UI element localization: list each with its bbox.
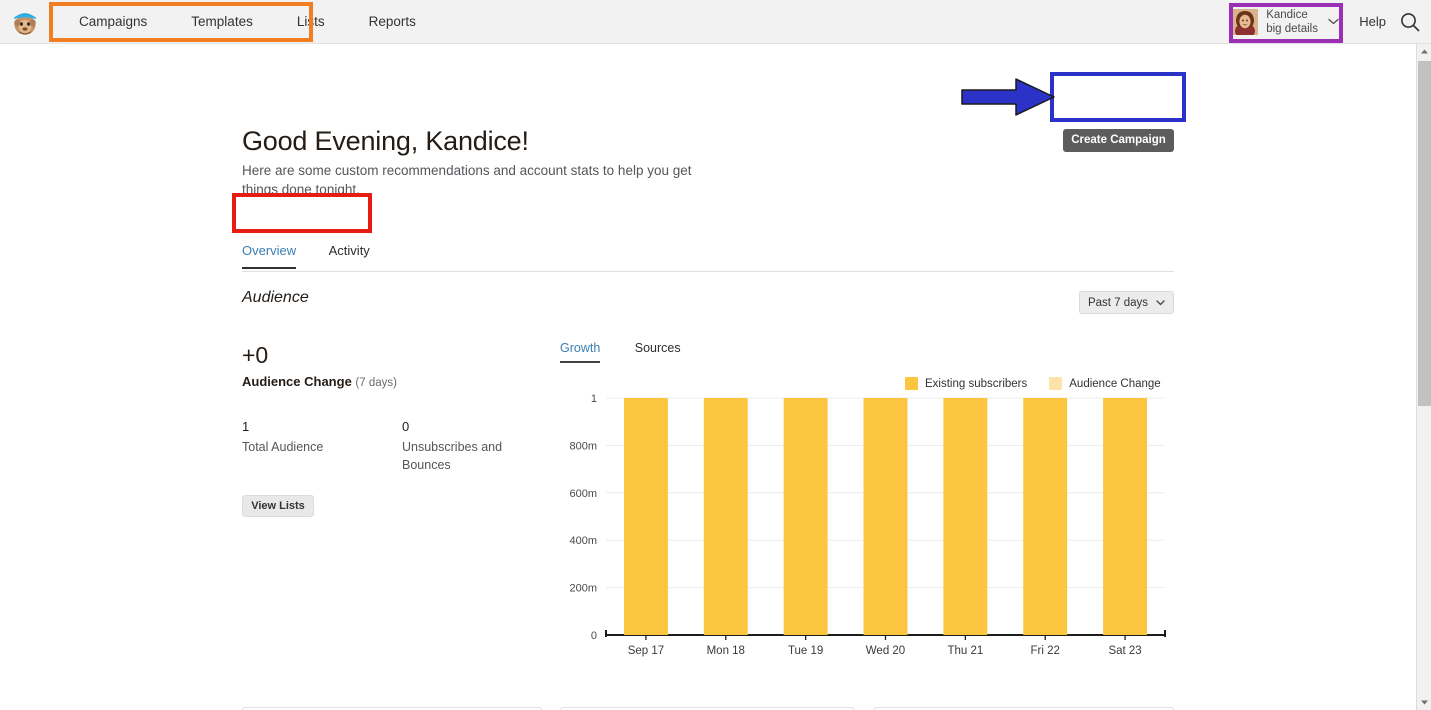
svg-text:Fri 22: Fri 22 <box>1031 645 1060 657</box>
page-content: Good Evening, Kandice! Here are some cus… <box>0 44 1417 710</box>
legend-item-existing-subscribers: Existing subscribers <box>905 377 1027 390</box>
chart-tabs: Growth Sources <box>560 339 711 363</box>
avatar <box>1232 9 1259 35</box>
tab-activity[interactable]: Activity <box>329 243 370 267</box>
svg-text:0: 0 <box>591 630 597 642</box>
legend-item-audience-change: Audience Change <box>1049 377 1161 390</box>
tab-overview[interactable]: Overview <box>242 243 297 269</box>
main-nav-links: Campaigns Templates Lists Reports <box>57 0 438 44</box>
svg-text:Sep 17: Sep 17 <box>628 645 664 657</box>
svg-text:Sat 23: Sat 23 <box>1108 645 1141 657</box>
account-text: Kandice big details <box>1266 8 1318 37</box>
audience-change-period: (7 days) <box>355 377 397 389</box>
chevron-down-icon <box>1156 297 1165 309</box>
svg-text:Wed 20: Wed 20 <box>866 645 905 657</box>
scroll-down-arrow-icon[interactable] <box>1417 695 1431 710</box>
nav-item-campaigns[interactable]: Campaigns <box>57 0 169 44</box>
chart-tab-sources[interactable]: Sources <box>635 341 681 361</box>
overview-activity-tabs: Overview Activity <box>242 242 1174 272</box>
nav-item-lists[interactable]: Lists <box>275 0 347 44</box>
mailchimp-logo-icon[interactable] <box>10 7 40 37</box>
page-title: Good Evening, Kandice! <box>242 126 529 156</box>
legend-swatch <box>1049 377 1063 390</box>
svg-text:Thu 21: Thu 21 <box>947 645 983 657</box>
svg-text:800m: 800m <box>569 440 597 452</box>
chevron-down-icon[interactable] <box>1328 16 1339 28</box>
unsubscribes-value: 0 <box>402 419 410 434</box>
account-name: Kandice <box>1266 8 1308 21</box>
date-range-value: Past 7 days <box>1087 296 1149 309</box>
view-lists-button[interactable]: View Lists <box>242 495 314 517</box>
svg-text:600m: 600m <box>569 488 597 500</box>
svg-text:400m: 400m <box>569 535 597 547</box>
svg-text:200m: 200m <box>569 583 597 595</box>
legend-swatch <box>905 377 918 390</box>
account-subtitle: big details <box>1266 23 1318 35</box>
vertical-scrollbar[interactable] <box>1416 44 1431 710</box>
search-icon[interactable] <box>1399 11 1421 33</box>
nav-item-reports[interactable]: Reports <box>347 0 438 44</box>
create-campaign-button[interactable]: Create Campaign <box>1063 129 1174 152</box>
audience-change-text: Audience Change <box>242 374 352 389</box>
nav-item-templates[interactable]: Templates <box>169 0 275 44</box>
legend-label: Audience Change <box>1069 377 1161 390</box>
account-menu[interactable]: Kandice big details <box>1226 5 1345 39</box>
audience-change-label: Audience Change (7 days) <box>242 374 397 389</box>
svg-text:Tue 19: Tue 19 <box>788 645 823 657</box>
audience-section-title: Audience <box>242 289 309 306</box>
legend-label: Existing subscribers <box>925 377 1028 390</box>
top-navigation-bar: Campaigns Templates Lists Reports Kandic… <box>0 0 1431 44</box>
audience-change-value: +0 <box>242 342 269 368</box>
scroll-up-arrow-icon[interactable] <box>1417 44 1431 59</box>
audience-growth-bar-chart: 0 200m 400m 600m 800m 1 Sep 17 Mon 18 Tue 19 Wed … <box>560 392 1175 667</box>
date-range-dropdown[interactable]: Past 7 days <box>1079 291 1174 314</box>
svg-text:1: 1 <box>591 393 597 405</box>
svg-text:Mon 18: Mon 18 <box>707 645 745 657</box>
total-audience-label: Total Audience <box>242 440 324 454</box>
help-link[interactable]: Help <box>1359 0 1386 44</box>
unsubscribes-label: Unsubscribes and Bounces <box>402 440 503 473</box>
chart-legend: Existing subscribers Audience Change <box>905 377 1161 390</box>
scrollbar-thumb[interactable] <box>1418 61 1431 406</box>
total-audience-value: 1 <box>242 419 250 434</box>
page-subtitle: Here are some custom recommendations and… <box>242 163 692 198</box>
chart-tab-growth[interactable]: Growth <box>560 341 601 363</box>
